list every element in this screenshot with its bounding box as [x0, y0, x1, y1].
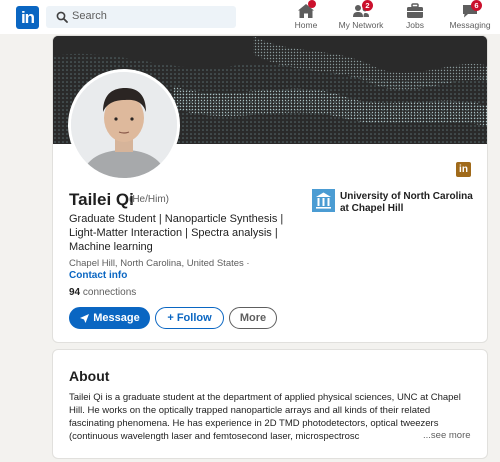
network-badge: 2: [362, 0, 373, 11]
profile-photo: [71, 72, 177, 178]
briefcase-icon: [406, 3, 424, 19]
nav-item-jobs-label: Jobs: [406, 20, 424, 30]
nav-item-messaging-label: Messaging: [449, 20, 491, 30]
connections-label: connections: [82, 287, 137, 298]
search-input[interactable]: Search: [72, 10, 107, 22]
nav-item-home-label: Home: [294, 20, 318, 30]
connections-count[interactable]: 94 connections: [69, 287, 136, 298]
message-button[interactable]: Message: [69, 307, 150, 329]
profile-name: Tailei Qi: [69, 190, 134, 209]
messaging-badge: 6: [471, 0, 482, 11]
about-text: Tailei Qi is a graduate student at the d…: [69, 392, 461, 442]
profile-card: in Tailei Qi (He/Him) Graduate Student |…: [52, 35, 488, 343]
follow-button[interactable]: + Follow: [155, 307, 224, 329]
school-name: University of North Carolina at Chapel H…: [340, 191, 473, 214]
send-icon: [80, 313, 90, 323]
university-logo: [312, 189, 335, 212]
contact-info-link[interactable]: Contact info: [69, 270, 127, 281]
nav-item-home[interactable]: Home: [290, 0, 322, 33]
home-notification-dot: [308, 0, 316, 8]
about-section: About Tailei Qi is a graduate student at…: [52, 349, 488, 459]
search-box[interactable]: Search: [46, 6, 236, 28]
profile-location: Chapel Hill, North Carolina, United Stat…: [69, 258, 250, 269]
linkedin-logo[interactable]: in: [16, 6, 39, 29]
home-icon: [297, 0, 316, 19]
nav-item-messaging[interactable]: 6 Messaging: [446, 0, 494, 33]
message-button-label: Message: [93, 312, 140, 324]
connections-number: 94: [69, 287, 81, 298]
nav-item-my-network-label: My Network: [338, 20, 384, 30]
network-icon: 2: [352, 0, 373, 19]
more-button[interactable]: More: [229, 307, 277, 329]
pronouns: (He/Him): [129, 194, 169, 205]
about-title: About: [69, 368, 110, 384]
avatar[interactable]: [68, 69, 180, 181]
search-icon: [56, 11, 68, 23]
top-navigation-bar: in Search Home 2 My Network Jobs 6 Messa…: [0, 0, 500, 34]
see-more-link[interactable]: ...see more: [419, 430, 471, 441]
nav-item-my-network[interactable]: 2 My Network: [336, 0, 386, 33]
nav-item-jobs[interactable]: Jobs: [401, 3, 429, 33]
chat-icon: 6: [461, 0, 482, 19]
premium-linkedin-icon[interactable]: in: [456, 162, 471, 177]
profile-headline: Graduate Student | Nanoparticle Synthesi…: [69, 213, 284, 253]
